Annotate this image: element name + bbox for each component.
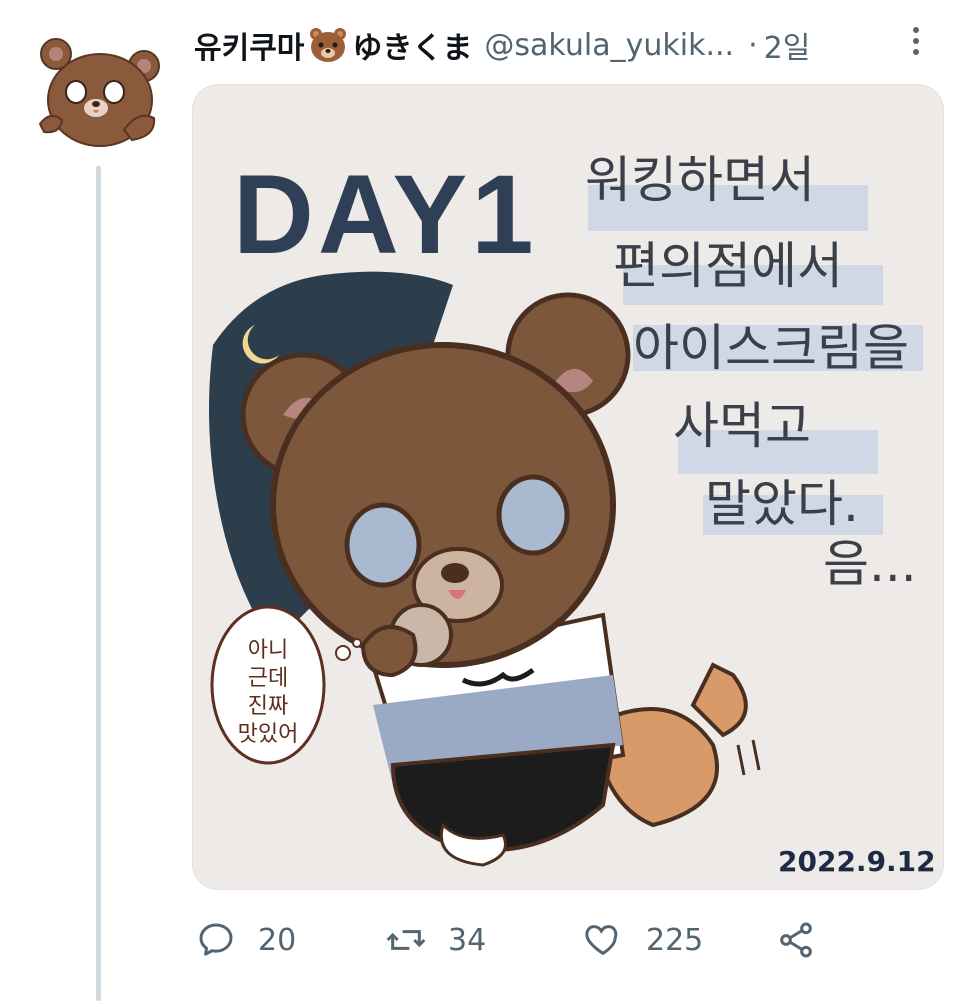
tweet-header: 유키쿠마 ゆきくま @sakula_yukik... · 2일 — [194, 20, 954, 70]
share-icon — [780, 922, 812, 958]
display-name-suffix: ゆきくま — [352, 31, 473, 66]
bubble-line-3: 진짜 — [248, 694, 288, 719]
like-count: 225 — [646, 922, 704, 958]
bubble-line-4: 맛있어 — [238, 722, 299, 747]
tweet-time[interactable]: 2일 — [764, 23, 811, 67]
display-name[interactable]: 유키쿠마 ゆきくま — [194, 23, 472, 67]
reply-count: 20 — [258, 922, 297, 958]
media-date: 2022.9.12 — [778, 845, 936, 878]
reply-icon — [199, 923, 233, 956]
bear-character — [240, 292, 748, 867]
bear-emoji-icon — [308, 27, 348, 63]
like-button[interactable]: 225 — [582, 910, 703, 970]
retweet-button[interactable]: 34 — [386, 910, 486, 970]
media-line-6: 음... — [823, 535, 917, 593]
media-title: DAY1 — [233, 152, 537, 277]
more-icon[interactable] — [906, 22, 926, 62]
user-handle[interactable]: @sakula_yukik... — [484, 28, 734, 63]
media-line-1: 워킹하면서 — [585, 151, 815, 209]
media-line-4: 사먹고 — [673, 397, 811, 455]
avatar[interactable] — [36, 34, 164, 158]
tweet-actions: 20 34 225 — [196, 910, 896, 970]
retweet-count: 34 — [448, 922, 487, 958]
thread-line — [96, 166, 101, 1001]
bubble-line-2: 근데 — [248, 666, 288, 691]
media-line-2: 편의점에서 — [613, 237, 843, 295]
retweet-icon — [386, 930, 426, 950]
separator-dot: · — [748, 27, 758, 63]
tweet-media-image[interactable]: DAY1 워킹하면서 편의점에서 아이스크림을 사먹고 말았다. 음... 아니… — [192, 84, 944, 890]
share-button[interactable] — [776, 910, 838, 970]
reply-button[interactable]: 20 — [196, 910, 296, 970]
bubble-line-1: 아니 — [248, 638, 288, 663]
media-line-5: 말았다. — [705, 475, 859, 533]
display-name-text: 유키쿠마 — [194, 31, 305, 66]
like-icon — [585, 925, 618, 956]
media-line-3: 아이스크림을 — [633, 319, 909, 377]
